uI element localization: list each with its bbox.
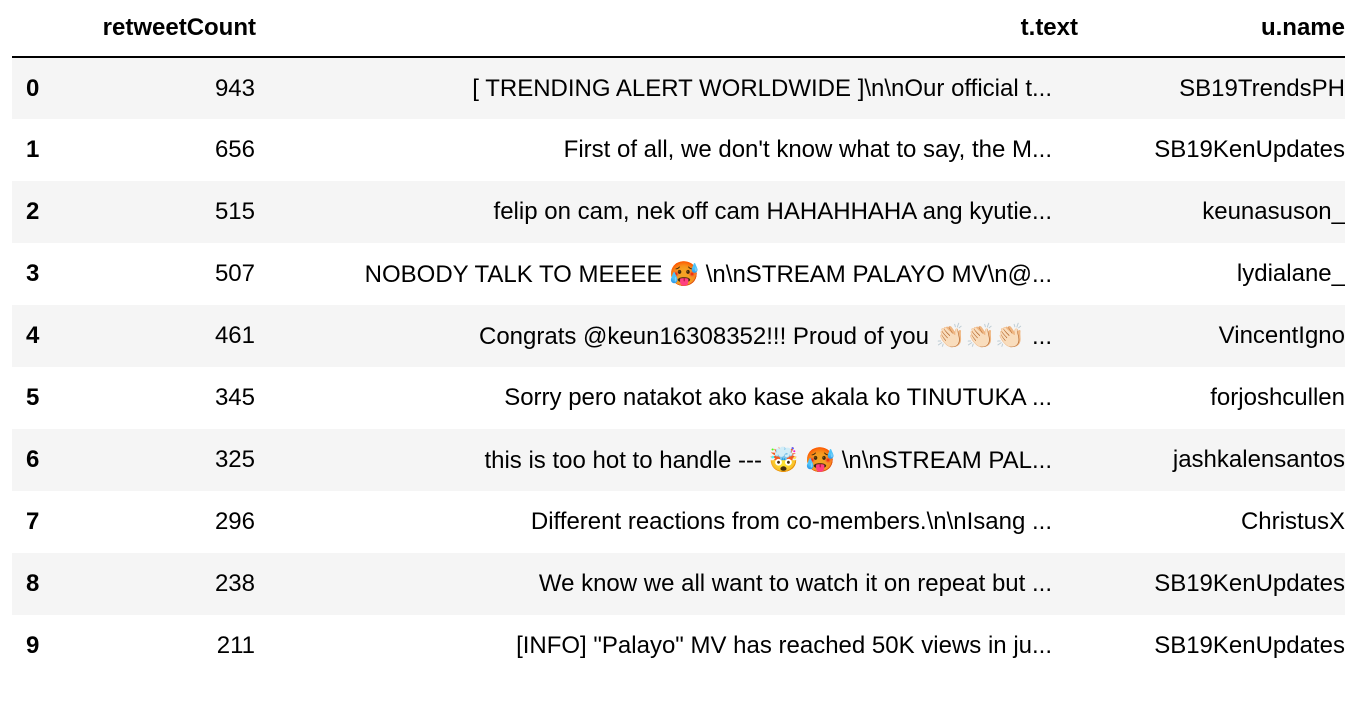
name-cell: lydialane_ [1236,260,1345,287]
column-header-name: u.name [1078,0,1345,58]
name-cell: keunasuson_ [1202,198,1345,225]
retweetcount-cell: 507 [214,260,255,287]
table-row: 7 296 Different reactions from co-member… [12,491,1345,553]
retweetcount-cell: 515 [214,198,255,225]
table-row: 1 656 First of all, we don't know what t… [12,119,1345,181]
text-cell: First of all, we don't know what to say,… [563,136,1052,163]
table-body: 0 943 [ TRENDING ALERT WORLDWIDE ]\n\nOu… [12,57,1345,677]
text-cell: this is too hot to handle --- 🤯 🥵 \n\nST… [484,446,1052,474]
text-cell: NOBODY TALK TO MEEEE 🥵 \n\nSTREAM PALAYO… [364,260,1052,288]
table-row: 3 507 NOBODY TALK TO MEEEE 🥵 \n\nSTREAM … [12,243,1345,305]
table-row: 5 345 Sorry pero natakot ako kase akala … [12,367,1345,429]
row-index: 0 [26,74,40,102]
row-index: 7 [26,508,40,535]
text-cell: Different reactions from co-members.\n\n… [530,508,1052,535]
table-header: retweetCount t.text u.name [12,0,1345,58]
table-row: 9 211 [INFO] "Palayo" MV has reached 50K… [12,615,1345,677]
column-header-retweetcount: retweetCount [56,0,256,58]
table-row: 2 515 felip on cam, nek off cam HAHAHHAH… [12,181,1345,243]
name-cell: forjoshcullen [1210,384,1345,411]
text-cell: Sorry pero natakot ako kase akala ko TIN… [504,384,1052,411]
text-cell: [ TRENDING ALERT WORLDWIDE ]\n\nOur offi… [472,74,1052,102]
retweetcount-cell: 461 [214,322,255,349]
row-index: 8 [26,570,40,597]
name-cell: SB19KenUpdates [1154,632,1345,659]
row-index: 5 [26,384,40,411]
dataframe-output: retweetCount t.text u.name 0 943 [ TREND… [0,0,1352,714]
retweetcount-cell: 345 [214,384,255,411]
retweetcount-cell: 325 [214,446,255,473]
header-row: retweetCount t.text u.name [12,0,1345,58]
retweetcount-cell: 211 [216,632,255,659]
row-index: 2 [26,198,40,225]
row-index: 9 [26,632,40,659]
table-row: 6 325 this is too hot to handle --- 🤯 🥵 … [12,429,1345,491]
name-cell: VincentIgno [1218,322,1345,349]
row-index: 3 [26,260,40,287]
text-cell: [INFO] "Palayo" MV has reached 50K views… [516,632,1052,659]
name-cell: jashkalensantos [1172,446,1345,473]
row-index: 1 [26,136,40,163]
row-index: 6 [26,446,40,473]
table-row: 8 238 We know we all want to watch it on… [12,553,1345,615]
retweetcount-cell: 296 [214,508,255,535]
name-cell: SB19KenUpdates [1154,136,1345,163]
dataframe-table: retweetCount t.text u.name 0 943 [ TREND… [12,0,1345,677]
column-header-text: t.text [256,0,1078,58]
retweetcount-cell: 943 [214,74,255,102]
retweetcount-cell: 238 [214,570,255,597]
name-cell: SB19TrendsPH [1179,74,1345,102]
retweetcount-cell: 656 [214,136,255,163]
name-cell: ChristusX [1240,508,1345,535]
text-cell: Congrats @keun16308352!!! Proud of you 👏… [479,322,1052,350]
name-cell: SB19KenUpdates [1154,570,1345,597]
text-cell: felip on cam, nek off cam HAHAHHAHA ang … [493,198,1052,225]
table-row: 4 461 Congrats @keun16308352!!! Proud of… [12,305,1345,367]
table-row: 0 943 [ TRENDING ALERT WORLDWIDE ]\n\nOu… [12,57,1345,119]
row-index: 4 [26,322,40,349]
text-cell: We know we all want to watch it on repea… [538,570,1052,597]
index-header [12,0,56,58]
